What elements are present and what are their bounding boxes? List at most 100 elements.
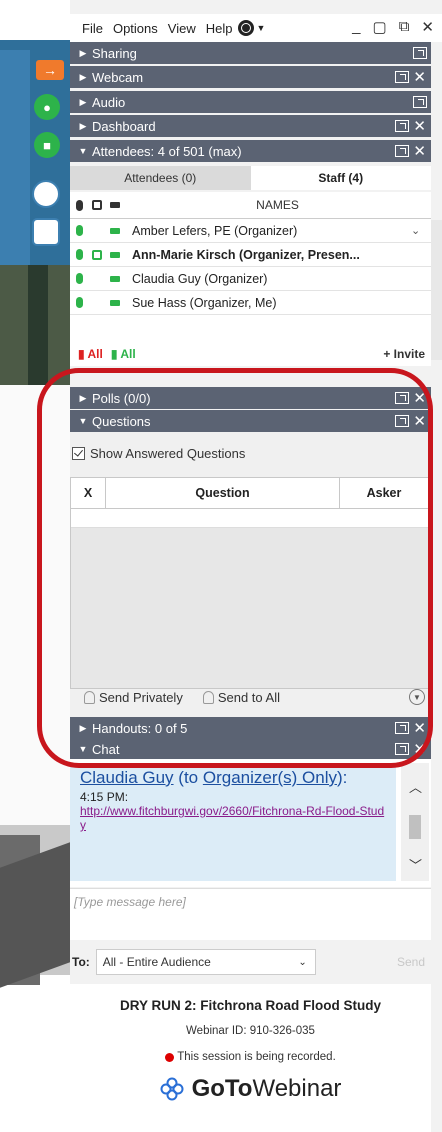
close-pane-icon[interactable]: ✕ [413, 742, 426, 757]
popout-icon[interactable] [395, 743, 410, 755]
microphone-icon[interactable] [75, 225, 83, 236]
language-globe-icon[interactable] [238, 20, 255, 36]
send-button[interactable]: Send [397, 955, 425, 969]
checkbox-checked-icon[interactable] [72, 447, 85, 460]
popout-icon[interactable] [395, 120, 410, 132]
chat-sender: Claudia Guy (to Organizer(s) Only): [80, 768, 348, 787]
webcam-icon[interactable]: ■ [34, 132, 60, 158]
chat-message-input[interactable]: [Type message here] [70, 888, 431, 940]
questions-table-header: X Question Asker [71, 478, 428, 509]
chevron-down-icon[interactable]: ﹀ [409, 855, 422, 874]
table-row[interactable]: Amber Lefers, PE (Organizer) ⌄ [70, 219, 431, 243]
pane-audio-title: Audio [92, 94, 126, 110]
pane-audio-header[interactable]: ▶ Audio [70, 91, 431, 113]
pane-sharing-header[interactable]: ▶ Sharing [70, 42, 431, 64]
chevron-down-icon[interactable]: ▼ [256, 23, 265, 33]
microphone-column-icon[interactable] [75, 199, 83, 211]
recipient-select[interactable]: All - Entire Audience ⌄ [95, 949, 316, 975]
chevron-down-icon[interactable]: ▼ [409, 689, 425, 705]
collapse-triangle-icon: ▼ [78, 146, 88, 156]
webinar-info: DRY RUN 2: Fitchrona Road Flood Study We… [70, 984, 431, 1132]
webcam-column-icon[interactable] [110, 202, 120, 208]
popout-icon[interactable] [413, 96, 427, 108]
pane-chat-header[interactable]: ▼ Chat ✕ [70, 738, 431, 760]
chat-link[interactable]: http://www.fitchburgwi.gov/2660/Fitchron… [80, 804, 390, 832]
microphone-icon[interactable] [75, 297, 83, 308]
pane-questions-header[interactable]: ▼ Questions ✕ [70, 410, 431, 432]
tab-staff[interactable]: Staff (4) [250, 166, 431, 190]
mute-all-button[interactable]: ▮ All [78, 347, 103, 361]
attendees-table-header: NAMES [70, 192, 431, 219]
screen-share-icon[interactable] [32, 218, 60, 246]
microphone-active-icon[interactable] [75, 249, 83, 260]
expand-triangle-icon: ▶ [79, 71, 87, 82]
popout-icon[interactable] [395, 415, 410, 427]
close-pane-icon[interactable]: ✕ [413, 119, 426, 134]
chat-message: Claudia Guy (to Organizer(s) Only): 4:15… [70, 763, 396, 881]
presenter-screen-icon [92, 249, 102, 260]
close-pane-icon[interactable]: ✕ [413, 391, 426, 406]
column-x[interactable]: X [71, 478, 106, 508]
chat-scrollbar[interactable]: ︿ ﹀ [401, 763, 429, 881]
table-row[interactable]: Ann-Marie Kirsch (Organizer, Presen... [70, 243, 431, 267]
popout-icon[interactable] [395, 71, 410, 83]
to-label: To: [72, 955, 90, 969]
arrow-right-icon[interactable]: → [36, 60, 64, 80]
close-pane-icon[interactable]: ✕ [413, 144, 426, 159]
chevron-down-icon[interactable]: ⌄ [411, 224, 431, 237]
microphone-icon[interactable] [75, 273, 83, 284]
unmute-all-button[interactable]: ▮ All [111, 347, 136, 361]
close-pane-icon[interactable]: ✕ [413, 721, 426, 736]
chat-bubble-icon[interactable] [32, 180, 60, 208]
send-to-all-button[interactable]: Send to All [218, 690, 280, 705]
questions-pane: Show Answered Questions X Question Asker… [70, 432, 431, 717]
pane-polls-header[interactable]: ▶ Polls (0/0) ✕ [70, 387, 431, 409]
chevron-up-icon[interactable]: ︿ [409, 777, 422, 796]
menu-options[interactable]: Options [113, 21, 158, 36]
gotowebinar-flower-icon [160, 1077, 184, 1101]
person-icon [84, 690, 95, 704]
chat-recipient-link[interactable]: Organizer(s) Only [203, 768, 337, 787]
close-pane-icon[interactable]: ✕ [413, 414, 426, 429]
screen-column-icon[interactable] [92, 200, 102, 210]
questions-table: X Question Asker [70, 477, 429, 689]
pane-dashboard-header[interactable]: ▶ Dashboard ✕ [70, 115, 431, 137]
attendee-name: Claudia Guy (Organizer) [132, 271, 268, 286]
invite-button[interactable]: + Invite [383, 347, 425, 361]
menu-file[interactable]: File [82, 21, 103, 36]
column-question[interactable]: Question [106, 478, 340, 508]
pane-webcam-header[interactable]: ▶ Webcam ✕ [70, 66, 431, 88]
popout-icon[interactable] [413, 47, 427, 59]
popout-icon[interactable] [395, 392, 410, 404]
column-asker[interactable]: Asker [340, 478, 428, 508]
send-privately-button[interactable]: Send Privately [99, 690, 183, 705]
background-app-strip: → ● ■ [0, 0, 70, 1132]
microphone-icon[interactable]: ● [34, 94, 60, 120]
pin-button[interactable]: ⧉ [399, 18, 410, 36]
close-button[interactable]: ✕ [421, 18, 434, 36]
pane-handouts-header[interactable]: ▶ Handouts: 0 of 5 ✕ [70, 717, 431, 739]
expand-triangle-icon: ▶ [79, 392, 87, 403]
table-row[interactable]: Claudia Guy (Organizer) [70, 267, 431, 291]
pane-attendees-header[interactable]: ▼ Attendees: 4 of 501 (max) ✕ [70, 140, 431, 162]
webcam-icon [110, 299, 120, 306]
attendee-name: Amber Lefers, PE (Organizer) [132, 223, 298, 238]
names-column-header[interactable]: NAMES [124, 198, 431, 212]
webcam-icon [110, 275, 120, 282]
chevron-down-icon[interactable]: ⌄ [298, 957, 306, 968]
scroll-thumb[interactable] [409, 815, 421, 839]
minimize-button[interactable]: _ [352, 18, 360, 36]
popout-icon[interactable] [395, 722, 410, 734]
close-pane-icon[interactable]: ✕ [413, 70, 426, 85]
popout-icon[interactable] [395, 145, 410, 157]
chat-sender-name[interactable]: Claudia Guy [80, 768, 174, 787]
menu-help[interactable]: Help [206, 21, 233, 36]
expand-triangle-icon: ▶ [79, 120, 87, 131]
show-answered-checkbox[interactable]: Show Answered Questions [72, 446, 245, 461]
table-row[interactable]: Sue Hass (Organizer, Me) [70, 291, 431, 315]
restore-button[interactable]: ▢ [373, 18, 387, 36]
webinar-id: Webinar ID: 910-326-035 [186, 1025, 315, 1037]
attendees-scrollbar[interactable] [431, 220, 442, 360]
tab-attendees[interactable]: Attendees (0) [70, 166, 251, 190]
menu-view[interactable]: View [168, 21, 196, 36]
